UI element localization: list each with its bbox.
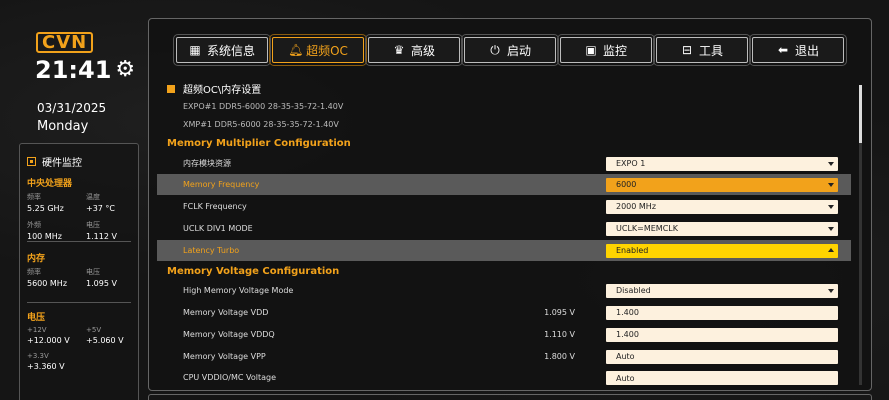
date: 03/31/2025: [37, 101, 107, 115]
toolbox-icon: ⊟: [681, 43, 693, 57]
hardware-monitor-panel: 硬件监控 中央处理器 频率 温度 5.25 GHz +37 °C 外频 电压 1…: [19, 143, 139, 400]
cpu-bclk-value: 100 MHz: [27, 232, 62, 241]
setting-row[interactable]: Memory Voltage VDDQ 1.110 V 1.400: [157, 324, 851, 345]
memory-module-source-select[interactable]: EXPO 1: [606, 156, 838, 171]
section-marker-icon: [167, 84, 175, 93]
voltage-section: 电压 +12V +5V +12.000 V +5.060 V +3.3V +3.…: [27, 310, 133, 371]
setting-row-highlighted[interactable]: Latency Turbo Enabled: [157, 240, 851, 261]
setting-row[interactable]: 内存模块资源 EXPO 1: [157, 153, 851, 174]
mem-volt-label: 电压: [86, 268, 100, 276]
page-title: 超频OC\内存设置: [167, 81, 261, 96]
memory-vpp-input[interactable]: Auto: [606, 349, 838, 364]
current-value: 1.110 V: [544, 330, 575, 339]
mem-freq-value: 5600 MHz: [27, 279, 68, 288]
tab-boot[interactable]: ⏻ 启动: [461, 34, 559, 66]
v12-value: +12.000 V: [27, 336, 70, 345]
clock-row: 21:41 ⚙: [35, 56, 135, 84]
cpu-vddio-mc-voltage-input[interactable]: Auto: [606, 371, 838, 385]
section-multiplier: Memory Multiplier Configuration: [167, 138, 351, 149]
scrollbar-thumb[interactable]: [859, 85, 862, 143]
latency-turbo-select[interactable]: Enabled: [606, 243, 838, 258]
section-voltage: Memory Voltage Configuration: [167, 266, 340, 277]
main-panel: ▦ 系统信息 🔔︎ 超频OC ♛ 高级 ⏻ 启动 ▣ 监控 ⊟ 工具 ⬅ 退出: [148, 18, 872, 391]
xmp-profile-info: XMP#1 DDR5-6000 28-35-35-72-1.40V: [183, 120, 339, 129]
dropdown-arrow-icon: [828, 288, 834, 293]
v33-value: +3.360 V: [27, 362, 65, 371]
uclk-div1-mode-select[interactable]: UCLK=MEMCLK: [606, 221, 838, 236]
tab-monitor[interactable]: ▣ 监控: [557, 34, 655, 66]
divider: [27, 241, 131, 242]
grid-icon: ▦: [189, 43, 201, 57]
divider: [27, 302, 131, 303]
dropdown-arrow-icon: [828, 204, 834, 209]
setting-row[interactable]: Memory Voltage VPP 1.800 V Auto: [157, 346, 851, 367]
tab-overclock[interactable]: 🔔︎ 超频OC: [269, 34, 367, 66]
voltage-heading: 电压: [27, 313, 46, 323]
expo-profile-info: EXPO#1 DDR5-6000 28-35-35-72-1.40V: [183, 102, 344, 111]
dropdown-arrow-icon: [828, 182, 834, 187]
dropdown-arrow-up-icon: [828, 247, 834, 252]
monitor-icon: ▣: [585, 43, 597, 57]
cpu-temp-value: +37 °C: [86, 204, 116, 213]
scrollbar[interactable]: [859, 85, 862, 385]
cpu-section: 中央处理器 频率 温度 5.25 GHz +37 °C 外频 电压 100 MH…: [27, 176, 133, 241]
brand-logo: CVN: [36, 32, 94, 53]
tab-bar: ▦ 系统信息 🔔︎ 超频OC ♛ 高级 ⏻ 启动 ▣ 监控 ⊟ 工具 ⬅ 退出: [173, 34, 847, 66]
v12-label: +12V: [27, 326, 47, 334]
bottom-panel: [148, 394, 872, 400]
crown-icon: ♛: [393, 43, 405, 57]
mem-volt-value: 1.095 V: [86, 279, 117, 288]
tab-system-info[interactable]: ▦ 系统信息: [173, 34, 271, 66]
setting-row[interactable]: Memory Voltage VDD 1.095 V 1.400: [157, 302, 851, 323]
cpu-freq-label: 频率: [27, 193, 41, 201]
memory-heading: 内存: [27, 254, 46, 264]
memory-vddq-input[interactable]: 1.400: [606, 327, 838, 342]
cpu-temp-label: 温度: [86, 193, 100, 201]
fclk-frequency-select[interactable]: 2000 MHz: [606, 199, 838, 214]
cpu-heading: 中央处理器: [27, 179, 73, 189]
current-value: 1.800 V: [544, 352, 575, 361]
power-icon: ⏻: [490, 42, 500, 57]
setting-row[interactable]: CPU VDDIO/MC Voltage Auto: [157, 367, 851, 386]
current-value: 1.095 V: [544, 308, 575, 317]
v5-value: +5.060 V: [86, 336, 124, 345]
back-arrow-icon: ⬅: [777, 43, 789, 57]
cpu-volt-value: 1.112 V: [86, 232, 117, 241]
memory-section: 内存 频率 电压 5600 MHz 1.095 V: [27, 251, 133, 288]
clock: 21:41: [35, 56, 112, 84]
chip-icon: [27, 157, 36, 166]
settings-content: 超频OC\内存设置 EXPO#1 DDR5-6000 28-35-35-72-1…: [157, 81, 857, 386]
mem-freq-label: 频率: [27, 268, 41, 276]
setting-row[interactable]: FCLK Frequency 2000 MHz: [157, 196, 851, 217]
tab-exit[interactable]: ⬅ 退出: [749, 34, 847, 66]
memory-frequency-select[interactable]: 6000: [606, 177, 838, 192]
gear-icon[interactable]: ⚙: [115, 59, 135, 81]
dropdown-arrow-icon: [828, 226, 834, 231]
setting-row-selected[interactable]: Memory Frequency 6000: [157, 174, 851, 195]
tab-tools[interactable]: ⊟ 工具: [653, 34, 751, 66]
weekday: Monday: [37, 119, 89, 134]
memory-vdd-input[interactable]: 1.400: [606, 305, 838, 320]
bell-icon: 🔔︎: [288, 43, 304, 57]
cpu-freq-value: 5.25 GHz: [27, 204, 64, 213]
setting-row[interactable]: UCLK DIV1 MODE UCLK=MEMCLK: [157, 218, 851, 239]
cpu-bclk-label: 外频: [27, 221, 41, 229]
high-memory-voltage-mode-select[interactable]: Disabled: [606, 283, 838, 298]
setting-row[interactable]: High Memory Voltage Mode Disabled: [157, 280, 851, 301]
sidebar: CVN 21:41 ⚙ 03/31/2025 Monday 硬件监控 中央处理器…: [19, 18, 139, 400]
v33-label: +3.3V: [27, 352, 49, 360]
cpu-volt-label: 电压: [86, 221, 100, 229]
tab-advanced[interactable]: ♛ 高级: [365, 34, 463, 66]
dropdown-arrow-icon: [828, 161, 834, 166]
hardware-monitor-title: 硬件监控: [27, 154, 82, 169]
v5-label: +5V: [86, 326, 102, 334]
